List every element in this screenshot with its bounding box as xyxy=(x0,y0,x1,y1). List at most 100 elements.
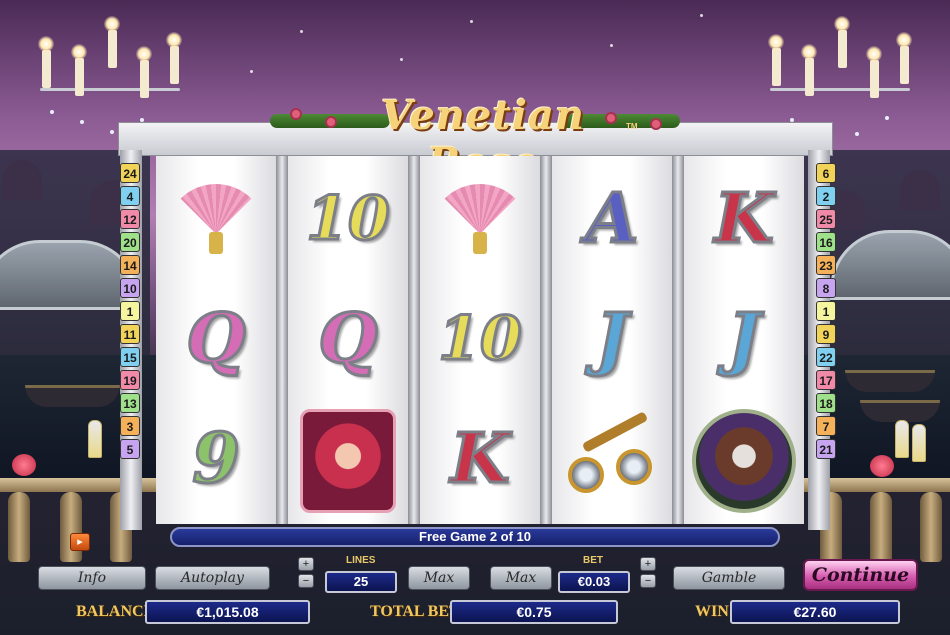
payline-indicator-right[interactable]: 16 xyxy=(816,232,836,252)
win-value: €27.60 xyxy=(730,600,900,624)
symbol-q: Q xyxy=(317,298,379,381)
symbol-10: 10 xyxy=(305,183,391,256)
max-lines-button[interactable]: Max xyxy=(408,566,470,590)
symbol-k: K xyxy=(713,178,775,261)
candle xyxy=(170,46,179,84)
payline-indicator-right[interactable]: 17 xyxy=(816,370,836,390)
payline-indicator-left[interactable]: 19 xyxy=(120,370,140,390)
max-bet-button[interactable]: Max xyxy=(490,566,552,590)
payline-indicator-right[interactable]: 23 xyxy=(816,255,836,275)
candle xyxy=(140,60,149,98)
symbol-a: A xyxy=(584,178,640,261)
payline-indicator-left[interactable]: 5 xyxy=(120,439,140,459)
gondola xyxy=(25,385,120,407)
flame xyxy=(768,34,784,50)
payline-indicator-left[interactable]: 15 xyxy=(120,347,140,367)
payline-indicator-right[interactable]: 7 xyxy=(816,416,836,436)
payline-indicator-left[interactable]: 1 xyxy=(120,301,140,321)
candle xyxy=(900,46,909,84)
gamble-button[interactable]: Gamble xyxy=(673,566,785,590)
symbol-9: 9 xyxy=(191,418,241,501)
star xyxy=(700,14,703,17)
reel-2: 10 Q xyxy=(288,156,408,524)
candle xyxy=(870,60,879,98)
symbol-j: J xyxy=(726,298,761,381)
payline-indicator-left[interactable]: 24 xyxy=(120,163,140,183)
symbol-doge xyxy=(684,402,804,520)
payline-indicator-right[interactable]: 9 xyxy=(816,324,836,344)
rose-icon xyxy=(290,108,302,120)
payline-indicator-left[interactable]: 12 xyxy=(120,209,140,229)
payline-indicator-right[interactable]: 8 xyxy=(816,278,836,298)
flame xyxy=(801,44,817,60)
fan-icon xyxy=(430,184,530,254)
rose-icon xyxy=(325,116,337,128)
total-bet-label: TOTAL BET xyxy=(370,603,460,620)
crystal xyxy=(855,132,859,136)
rose-icon xyxy=(650,118,662,130)
payline-indicator-left[interactable]: 11 xyxy=(120,324,140,344)
lines-value: 25 xyxy=(325,571,397,593)
payline-indicator-left[interactable]: 20 xyxy=(120,232,140,252)
payline-indicator-right[interactable]: 18 xyxy=(816,393,836,413)
game-stage: Venetian Rose TM 2441220141011115191335 … xyxy=(0,0,950,635)
baluster xyxy=(8,492,30,562)
chandelier-arm xyxy=(770,88,910,91)
baluster xyxy=(920,492,942,562)
flame xyxy=(38,36,54,52)
payline-indicator-left[interactable]: 4 xyxy=(120,186,140,206)
star xyxy=(610,44,613,47)
autoplay-button[interactable]: Autoplay xyxy=(155,566,270,590)
opera-glasses-icon xyxy=(560,411,664,499)
lines-plus-button[interactable]: + xyxy=(298,557,314,571)
flame xyxy=(896,32,912,48)
payline-indicators-left: 24 4 12 20 14 10 1 11 15 19 13 3 5 xyxy=(120,163,140,462)
free-game-status: Free Game 2 of 10 xyxy=(170,527,780,547)
payline-indicator-left[interactable]: 3 xyxy=(120,416,140,436)
star xyxy=(400,58,403,61)
reel-divider xyxy=(540,156,552,524)
payline-indicator-right[interactable]: 2 xyxy=(816,186,836,206)
payline-indicator-left[interactable]: 10 xyxy=(120,278,140,298)
symbol-10: 10 xyxy=(437,303,523,376)
reel-4: A J xyxy=(552,156,672,524)
bet-plus-button[interactable]: + xyxy=(640,557,656,571)
champagne-glass-icon xyxy=(912,424,926,462)
carnival-mask-icon xyxy=(300,409,396,513)
payline-indicator-right[interactable]: 22 xyxy=(816,347,836,367)
continue-button[interactable]: Continue xyxy=(803,559,918,591)
candle xyxy=(772,48,781,86)
payline-indicator-left[interactable]: 13 xyxy=(120,393,140,413)
symbol-mask xyxy=(288,402,408,520)
reel-divider xyxy=(408,156,420,524)
symbol-q: Q xyxy=(185,298,247,381)
flame xyxy=(866,46,882,62)
flame xyxy=(136,46,152,62)
payline-indicator-right[interactable]: 6 xyxy=(816,163,836,183)
flame xyxy=(71,44,87,60)
win-label: WIN xyxy=(695,603,729,620)
sound-toggle-button[interactable]: ▸ xyxy=(70,533,90,551)
lines-minus-button[interactable]: − xyxy=(298,574,314,588)
trademark: TM xyxy=(626,122,638,131)
baluster xyxy=(870,492,892,562)
payline-indicator-right[interactable]: 25 xyxy=(816,209,836,229)
bet-minus-button[interactable]: − xyxy=(640,574,656,588)
candle xyxy=(42,50,51,88)
candle xyxy=(75,58,84,96)
reel-3: 10 K xyxy=(420,156,540,524)
symbol-fan xyxy=(156,160,276,278)
flame xyxy=(834,16,850,32)
payline-indicator-right[interactable]: 21 xyxy=(816,439,836,459)
symbol-j: J xyxy=(594,298,629,381)
info-button[interactable]: Info xyxy=(38,566,146,590)
reel-divider xyxy=(672,156,684,524)
payline-indicator-left[interactable]: 14 xyxy=(120,255,140,275)
payline-indicator-right[interactable]: 1 xyxy=(816,301,836,321)
reel-divider xyxy=(276,156,288,524)
crystal xyxy=(50,110,54,114)
candle xyxy=(108,30,117,68)
fan-icon xyxy=(166,184,266,254)
candle xyxy=(838,30,847,68)
crystal xyxy=(110,130,114,134)
